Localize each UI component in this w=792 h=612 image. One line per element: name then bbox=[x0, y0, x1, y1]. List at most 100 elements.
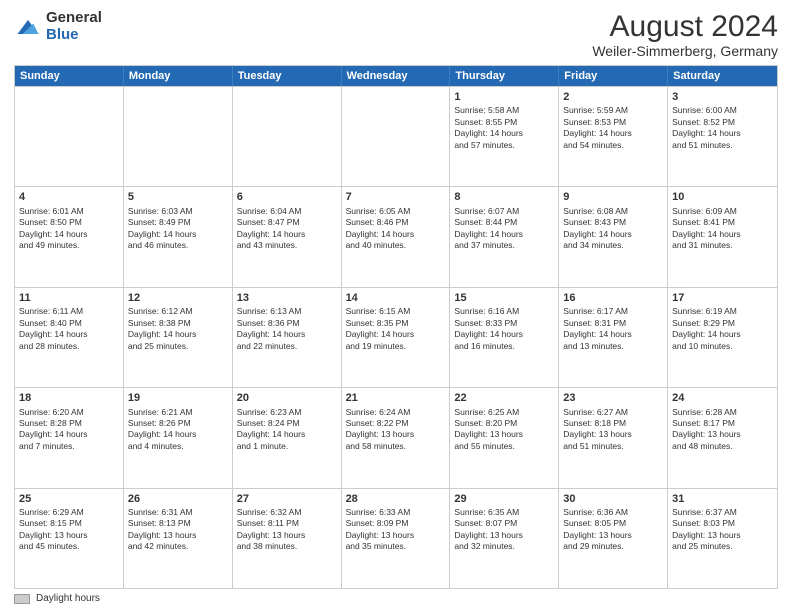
calendar-cell: 31Sunrise: 6:37 AM Sunset: 8:03 PM Dayli… bbox=[668, 489, 777, 588]
calendar-header-cell: Wednesday bbox=[342, 66, 451, 86]
location-title: Weiler-Simmerberg, Germany bbox=[592, 43, 778, 59]
day-number: 16 bbox=[563, 291, 663, 305]
day-number: 24 bbox=[672, 391, 773, 405]
day-detail: Sunrise: 6:33 AM Sunset: 8:09 PM Dayligh… bbox=[346, 507, 446, 553]
day-number: 29 bbox=[454, 492, 554, 506]
day-detail: Sunrise: 6:17 AM Sunset: 8:31 PM Dayligh… bbox=[563, 306, 663, 352]
day-detail: Sunrise: 6:15 AM Sunset: 8:35 PM Dayligh… bbox=[346, 306, 446, 352]
calendar-week: 4Sunrise: 6:01 AM Sunset: 8:50 PM Daylig… bbox=[15, 186, 777, 286]
title-block: August 2024 Weiler-Simmerberg, Germany bbox=[592, 10, 778, 59]
day-detail: Sunrise: 6:36 AM Sunset: 8:05 PM Dayligh… bbox=[563, 507, 663, 553]
day-number: 31 bbox=[672, 492, 773, 506]
day-detail: Sunrise: 6:01 AM Sunset: 8:50 PM Dayligh… bbox=[19, 206, 119, 252]
day-number: 20 bbox=[237, 391, 337, 405]
day-number: 12 bbox=[128, 291, 228, 305]
calendar-body: 1Sunrise: 5:58 AM Sunset: 8:55 PM Daylig… bbox=[15, 86, 777, 588]
legend-box bbox=[14, 594, 30, 604]
day-detail: Sunrise: 6:28 AM Sunset: 8:17 PM Dayligh… bbox=[672, 407, 773, 453]
day-number: 25 bbox=[19, 492, 119, 506]
calendar-cell: 7 Sunrise: 6:05 AM Sunset: 8:46 PM Daylig… bbox=[342, 187, 451, 286]
header: General Blue August 2024 Weiler-Simmerbe… bbox=[14, 10, 778, 59]
calendar-week: 11Sunrise: 6:11 AM Sunset: 8:40 PM Dayli… bbox=[15, 287, 777, 387]
calendar-cell: 11Sunrise: 6:11 AM Sunset: 8:40 PM Dayli… bbox=[15, 288, 124, 387]
day-detail: Sunrise: 6:20 AM Sunset: 8:28 PM Dayligh… bbox=[19, 407, 119, 453]
month-title: August 2024 bbox=[592, 10, 778, 43]
day-detail: Sunrise: 6:23 AM Sunset: 8:24 PM Dayligh… bbox=[237, 407, 337, 453]
day-detail: Sunrise: 6:13 AM Sunset: 8:36 PM Dayligh… bbox=[237, 306, 337, 352]
day-detail: Sunrise: 6:11 AM Sunset: 8:40 PM Dayligh… bbox=[19, 306, 119, 352]
logo-blue: Blue bbox=[46, 26, 79, 43]
calendar: SundayMondayTuesdayWednesdayThursdayFrid… bbox=[14, 65, 778, 589]
calendar-cell: 15Sunrise: 6:16 AM Sunset: 8:33 PM Dayli… bbox=[450, 288, 559, 387]
day-number: 1 bbox=[454, 90, 554, 104]
calendar-header-cell: Thursday bbox=[450, 66, 559, 86]
day-number: 26 bbox=[128, 492, 228, 506]
calendar-cell: 28Sunrise: 6:33 AM Sunset: 8:09 PM Dayli… bbox=[342, 489, 451, 588]
day-number: 6 bbox=[237, 190, 337, 204]
calendar-cell bbox=[233, 87, 342, 186]
day-number: 2 bbox=[563, 90, 663, 104]
calendar-cell: 18 Sunrise: 6:20 AM Sunset: 8:28 PM Dayli… bbox=[15, 388, 124, 487]
day-detail: Sunrise: 6:09 AM Sunset: 8:41 PM Dayligh… bbox=[672, 206, 773, 252]
day-number: 22 bbox=[454, 391, 554, 405]
calendar-cell: 20 Sunrise: 6:23 AM Sunset: 8:24 PM Dayli… bbox=[233, 388, 342, 487]
day-number: 3 bbox=[672, 90, 773, 104]
calendar-cell: 12Sunrise: 6:12 AM Sunset: 8:38 PM Dayli… bbox=[124, 288, 233, 387]
calendar-header-cell: Tuesday bbox=[233, 66, 342, 86]
calendar-header: SundayMondayTuesdayWednesdayThursdayFrid… bbox=[15, 66, 777, 86]
day-number: 7 bbox=[346, 190, 446, 204]
calendar-cell: 6 Sunrise: 6:04 AM Sunset: 8:47 PM Daylig… bbox=[233, 187, 342, 286]
calendar-week: 25Sunrise: 6:29 AM Sunset: 8:15 PM Dayli… bbox=[15, 488, 777, 588]
calendar-cell bbox=[342, 87, 451, 186]
day-number: 30 bbox=[563, 492, 663, 506]
calendar-header-cell: Monday bbox=[124, 66, 233, 86]
day-detail: Sunrise: 6:25 AM Sunset: 8:20 PM Dayligh… bbox=[454, 407, 554, 453]
day-detail: Sunrise: 6:05 AM Sunset: 8:46 PM Dayligh… bbox=[346, 206, 446, 252]
day-number: 9 bbox=[563, 190, 663, 204]
calendar-cell: 13Sunrise: 6:13 AM Sunset: 8:36 PM Dayli… bbox=[233, 288, 342, 387]
calendar-cell: 21 Sunrise: 6:24 AM Sunset: 8:22 PM Dayli… bbox=[342, 388, 451, 487]
calendar-header-cell: Saturday bbox=[668, 66, 777, 86]
day-detail: Sunrise: 6:12 AM Sunset: 8:38 PM Dayligh… bbox=[128, 306, 228, 352]
calendar-cell: 23 Sunrise: 6:27 AM Sunset: 8:18 PM Dayli… bbox=[559, 388, 668, 487]
calendar-cell: 19Sunrise: 6:21 AM Sunset: 8:26 PM Dayli… bbox=[124, 388, 233, 487]
page: General Blue August 2024 Weiler-Simmerbe… bbox=[0, 0, 792, 612]
day-detail: Sunrise: 6:32 AM Sunset: 8:11 PM Dayligh… bbox=[237, 507, 337, 553]
logo-text: General Blue bbox=[46, 10, 102, 43]
day-detail: Sunrise: 6:31 AM Sunset: 8:13 PM Dayligh… bbox=[128, 507, 228, 553]
day-detail: Sunrise: 6:16 AM Sunset: 8:33 PM Dayligh… bbox=[454, 306, 554, 352]
calendar-cell: 8 Sunrise: 6:07 AM Sunset: 8:44 PM Daylig… bbox=[450, 187, 559, 286]
day-detail: Sunrise: 6:04 AM Sunset: 8:47 PM Dayligh… bbox=[237, 206, 337, 252]
day-number: 21 bbox=[346, 391, 446, 405]
day-detail: Sunrise: 6:08 AM Sunset: 8:43 PM Dayligh… bbox=[563, 206, 663, 252]
day-detail: Sunrise: 6:21 AM Sunset: 8:26 PM Dayligh… bbox=[128, 407, 228, 453]
day-detail: Sunrise: 6:35 AM Sunset: 8:07 PM Dayligh… bbox=[454, 507, 554, 553]
day-number: 15 bbox=[454, 291, 554, 305]
day-detail: Sunrise: 5:58 AM Sunset: 8:55 PM Dayligh… bbox=[454, 105, 554, 151]
calendar-cell: 5 Sunrise: 6:03 AM Sunset: 8:49 PM Daylig… bbox=[124, 187, 233, 286]
calendar-cell: 2Sunrise: 5:59 AM Sunset: 8:53 PM Daylig… bbox=[559, 87, 668, 186]
calendar-cell bbox=[124, 87, 233, 186]
day-number: 5 bbox=[128, 190, 228, 204]
calendar-cell: 22 Sunrise: 6:25 AM Sunset: 8:20 PM Dayli… bbox=[450, 388, 559, 487]
day-detail: Sunrise: 6:24 AM Sunset: 8:22 PM Dayligh… bbox=[346, 407, 446, 453]
calendar-header-cell: Friday bbox=[559, 66, 668, 86]
calendar-cell: 24 Sunrise: 6:28 AM Sunset: 8:17 PM Dayli… bbox=[668, 388, 777, 487]
day-detail: Sunrise: 6:27 AM Sunset: 8:18 PM Dayligh… bbox=[563, 407, 663, 453]
calendar-cell: 16Sunrise: 6:17 AM Sunset: 8:31 PM Dayli… bbox=[559, 288, 668, 387]
calendar-week: 1Sunrise: 5:58 AM Sunset: 8:55 PM Daylig… bbox=[15, 86, 777, 186]
calendar-cell: 1Sunrise: 5:58 AM Sunset: 8:55 PM Daylig… bbox=[450, 87, 559, 186]
day-number: 18 bbox=[19, 391, 119, 405]
calendar-cell bbox=[15, 87, 124, 186]
day-number: 8 bbox=[454, 190, 554, 204]
day-detail: Sunrise: 6:37 AM Sunset: 8:03 PM Dayligh… bbox=[672, 507, 773, 553]
day-detail: Sunrise: 5:59 AM Sunset: 8:53 PM Dayligh… bbox=[563, 105, 663, 151]
day-detail: Sunrise: 6:07 AM Sunset: 8:44 PM Dayligh… bbox=[454, 206, 554, 252]
calendar-cell: 29Sunrise: 6:35 AM Sunset: 8:07 PM Dayli… bbox=[450, 489, 559, 588]
day-detail: Sunrise: 6:03 AM Sunset: 8:49 PM Dayligh… bbox=[128, 206, 228, 252]
day-number: 23 bbox=[563, 391, 663, 405]
logo-general: General bbox=[46, 9, 102, 26]
day-number: 11 bbox=[19, 291, 119, 305]
calendar-cell: 30Sunrise: 6:36 AM Sunset: 8:05 PM Dayli… bbox=[559, 489, 668, 588]
calendar-cell: 3Sunrise: 6:00 AM Sunset: 8:52 PM Daylig… bbox=[668, 87, 777, 186]
